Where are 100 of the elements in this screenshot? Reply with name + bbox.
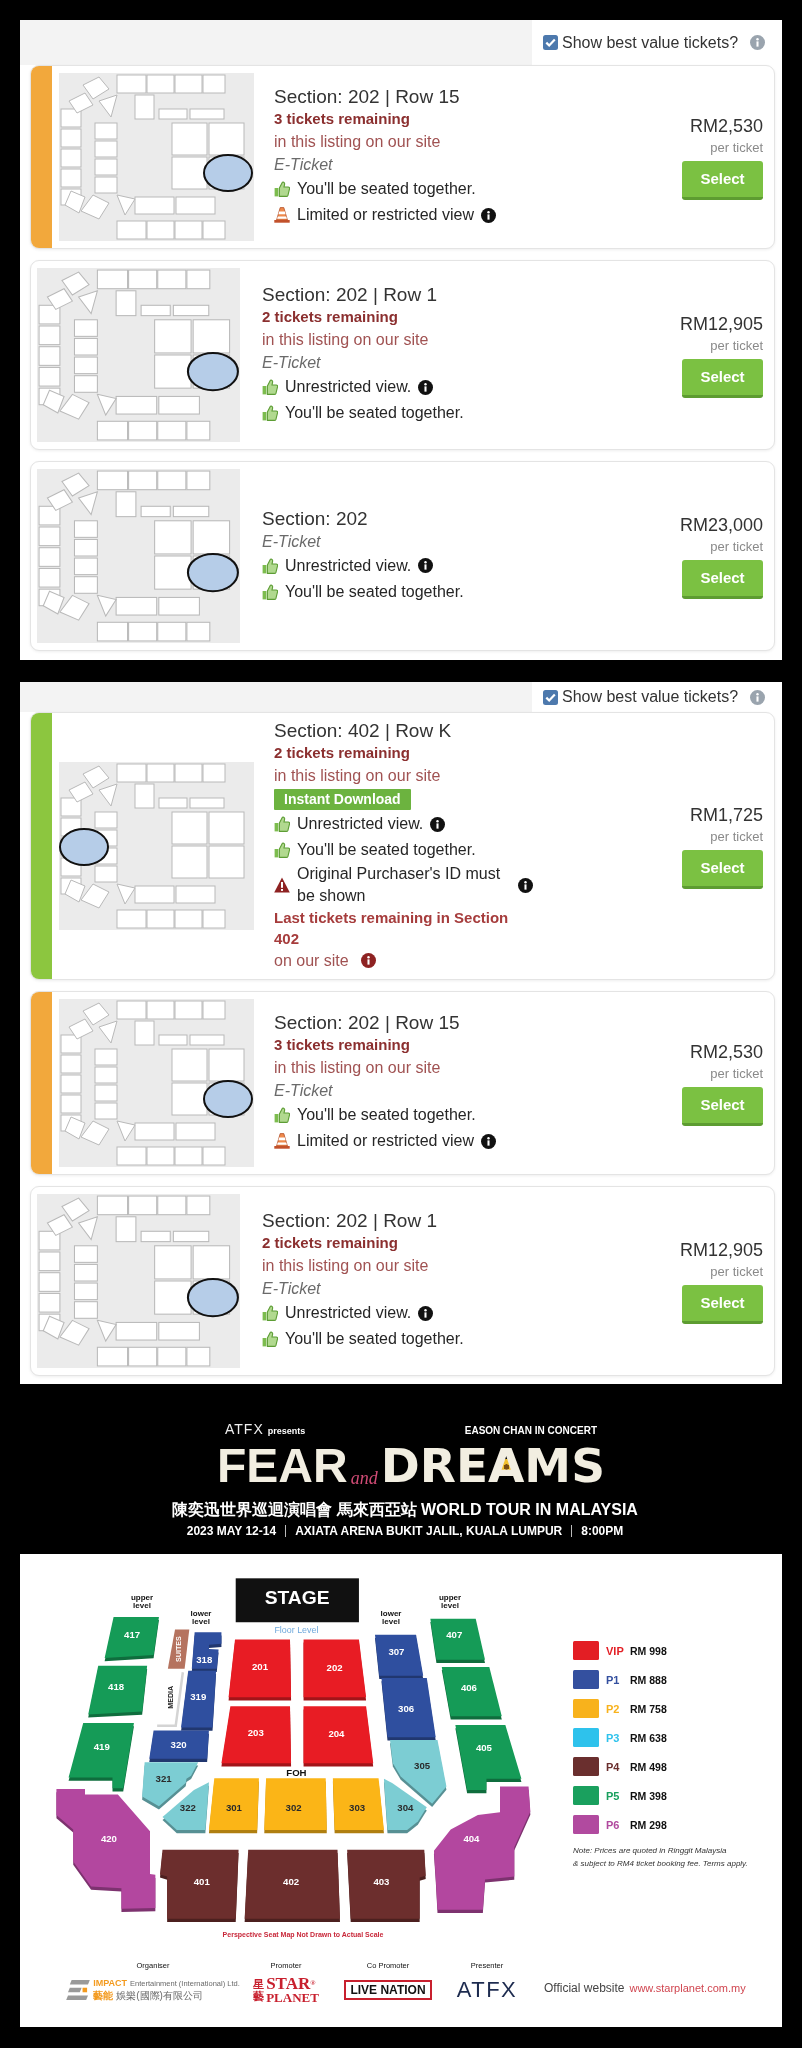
company-name: IMPACT xyxy=(93,1978,128,1989)
thumbs-up-icon xyxy=(274,181,290,197)
price: RM12,905 xyxy=(679,1238,763,1261)
price: RM2,530 xyxy=(689,114,763,137)
delivery-type: E-Ticket xyxy=(274,155,333,175)
tickets-remaining: 2 tickets remaining xyxy=(274,743,410,763)
feature-text: You'll be seated together. xyxy=(297,179,476,199)
section-number: 405 xyxy=(475,1741,492,1753)
tier-price: RM 998 xyxy=(630,1644,667,1657)
level-label: lower level xyxy=(379,1610,403,1626)
feature-text: Unrestricted view. xyxy=(285,1303,412,1323)
section-number: 305 xyxy=(414,1760,431,1772)
tour-title: 陳奕迅世界巡迴演唱會 馬來西亞站 WORLD TOUR IN MALAYSIA xyxy=(172,1500,638,1520)
website-label: Official website xyxy=(544,1981,625,1995)
section-title: Section: 202 | Row 15 xyxy=(274,1012,460,1034)
section-number: 407 xyxy=(446,1629,463,1641)
availability-note: in this listing on our site xyxy=(274,766,441,786)
section-title: Section: 402 | Row K xyxy=(274,720,452,742)
section-number: 418 xyxy=(108,1681,125,1693)
feature-text: Original Purchaser's ID must be shown xyxy=(297,864,502,906)
thumbs-up-icon xyxy=(262,379,278,395)
section-number: 203 xyxy=(247,1727,264,1739)
checkbox[interactable] xyxy=(543,689,558,705)
info-icon[interactable] xyxy=(518,877,533,893)
price: RM12,905 xyxy=(679,312,763,335)
stage-label: STAGE xyxy=(264,1587,330,1609)
event-venue: AXIATA ARENA BUKIT JALIL, KUALA LUMPUR xyxy=(295,1523,563,1539)
section-number: 420 xyxy=(100,1832,117,1844)
availability-note: in this listing on our site xyxy=(274,132,441,152)
presenter-logo: ATFX xyxy=(225,1420,264,1438)
select-button[interactable]: Select xyxy=(682,1284,763,1324)
section-title: Section: 202 | Row 1 xyxy=(262,1210,437,1232)
tier-name: P4 xyxy=(606,1760,621,1773)
availability-note: in this listing on our site xyxy=(262,1256,429,1276)
select-button[interactable]: Select xyxy=(682,559,763,599)
section-number: 402 xyxy=(283,1875,300,1887)
info-icon[interactable] xyxy=(418,558,434,573)
tickets-remaining: 3 tickets remaining xyxy=(274,109,410,129)
section-number: 301 xyxy=(225,1802,242,1814)
checkbox-label: Show best value tickets? xyxy=(562,33,739,52)
tier-name: P5 xyxy=(606,1789,621,1802)
thumbs-up-icon xyxy=(262,557,278,574)
info-icon[interactable] xyxy=(418,1305,434,1321)
section-number: 406 xyxy=(460,1682,477,1694)
traffic-cone-icon xyxy=(274,1133,290,1149)
tier-name: P1 xyxy=(606,1673,621,1686)
title-word: FEAR xyxy=(217,1440,348,1492)
info-icon[interactable] xyxy=(480,207,496,223)
select-button[interactable]: Select xyxy=(682,1086,763,1126)
presents-label: presents xyxy=(267,1426,306,1436)
feature-text: Unrestricted view. xyxy=(285,555,412,576)
feature-text: Unrestricted view. xyxy=(297,814,424,834)
feature-text: Limited or restricted view xyxy=(297,1131,474,1151)
delivery-type: E-Ticket xyxy=(262,353,321,373)
section-number: 419 xyxy=(93,1741,110,1753)
thumbs-up-icon xyxy=(262,583,278,600)
section-number: 306 xyxy=(398,1702,415,1714)
feature-text: Unrestricted view. xyxy=(285,377,412,397)
feature-text: Limited or restricted view xyxy=(297,205,474,225)
price: RM2,530 xyxy=(689,1040,763,1063)
price: RM23,000 xyxy=(679,513,763,536)
select-button[interactable]: Select xyxy=(682,849,763,889)
thumbs-up-icon xyxy=(262,1331,278,1347)
select-button[interactable]: Select xyxy=(682,160,763,200)
tier-name: P3 xyxy=(606,1731,621,1744)
concert-headline: EASON CHAN IN CONCERT xyxy=(464,1425,597,1436)
info-icon[interactable] xyxy=(430,816,446,832)
company-descriptor-chinese: 娛樂(國際)有限公司 xyxy=(116,1989,203,2002)
level-label: upper level xyxy=(437,1594,463,1610)
availability-note: in this listing on our site xyxy=(262,330,429,350)
select-button[interactable]: Select xyxy=(682,358,763,398)
checkbox[interactable] xyxy=(543,35,558,50)
tier-price: RM 888 xyxy=(630,1673,667,1686)
download-badge: Instant Download xyxy=(274,789,411,810)
notice-text: Last tickets remaining in Section 402 xyxy=(274,908,510,949)
tier-price: RM 298 xyxy=(630,1818,667,1831)
section-number: 307 xyxy=(388,1646,405,1658)
info-icon[interactable] xyxy=(360,953,376,968)
logo-emblem-icon xyxy=(66,1980,91,2000)
feature-text: You'll be seated together. xyxy=(285,581,464,602)
delivery-type: E-Ticket xyxy=(262,531,321,552)
price: RM1,725 xyxy=(689,803,763,826)
price-unit: per ticket xyxy=(710,336,763,355)
notice-detail: on our site xyxy=(274,951,349,971)
level-label: upper level xyxy=(129,1594,155,1610)
logo-wordmark: PLANET xyxy=(266,1991,319,2004)
thumbs-up-icon xyxy=(274,842,290,858)
price-unit: per ticket xyxy=(710,138,763,157)
info-icon[interactable] xyxy=(418,379,434,395)
section-number: 303 xyxy=(349,1802,366,1814)
tickets-remaining: 2 tickets remaining xyxy=(262,307,398,327)
legend-note: Note: Prices are quoted in Ringgit Malaysia xyxy=(573,1845,727,1857)
section-number: 318 xyxy=(196,1654,213,1666)
warning-icon xyxy=(274,877,290,893)
section-title: Section: 202 | Row 1 xyxy=(262,284,437,306)
feature-text: You'll be seated together. xyxy=(297,840,476,860)
price-unit: per ticket xyxy=(710,1262,763,1281)
logo-wordmark: ATFX xyxy=(456,1979,518,2001)
info-icon[interactable] xyxy=(480,1133,496,1149)
title-joiner: and xyxy=(350,1468,378,1488)
